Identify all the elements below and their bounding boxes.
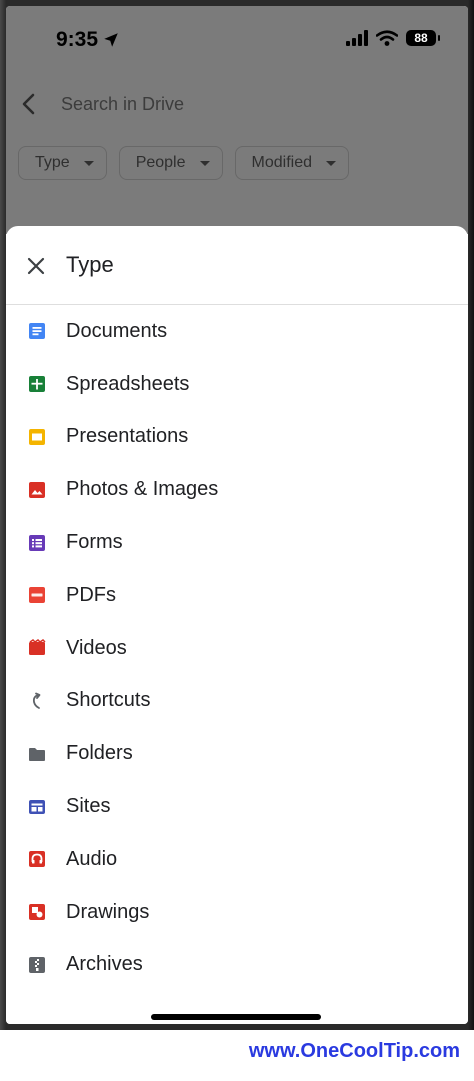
type-item-pdfs[interactable]: PDFs [6, 569, 468, 622]
filter-chip-type[interactable]: Type [18, 146, 107, 180]
chip-label: People [135, 154, 186, 171]
status-bar: 9:35 88 [6, 6, 468, 66]
time-text: 9:35 [56, 28, 99, 51]
pdf-icon [29, 587, 45, 604]
type-label: PDFs [66, 583, 116, 606]
type-item-documents[interactable]: Documents [6, 305, 468, 358]
type-item-videos[interactable]: Videos [6, 622, 468, 675]
watermark-text: www.OneCoolTip.com [248, 1040, 460, 1062]
type-label: Presentations [66, 425, 189, 448]
type-list: Documents Spreadsheets Presentations Pho… [6, 305, 468, 991]
home-indicator [151, 1014, 321, 1020]
type-label: Folders [66, 742, 133, 765]
filter-chip-people[interactable]: People [118, 146, 223, 180]
type-item-presentations[interactable]: Presentations [6, 411, 468, 464]
device-frame: 9:35 88 Search in Drive Type People Modi… [0, 0, 474, 1030]
status-time: 9:35 [56, 28, 120, 52]
search-bar[interactable]: Search in Drive [6, 84, 468, 124]
dropdown-caret-icon [83, 160, 94, 166]
shortcut-icon [32, 692, 41, 709]
dropdown-caret-icon [199, 160, 210, 166]
screen: 9:35 88 Search in Drive Type People Modi… [6, 6, 468, 1024]
battery-level: 88 [414, 31, 428, 45]
type-label: Documents [66, 319, 168, 342]
type-item-drawings[interactable]: Drawings [6, 886, 468, 939]
type-item-audio[interactable]: Audio [6, 833, 468, 886]
filter-chip-modified[interactable]: Modified [234, 146, 349, 180]
video-icon [29, 639, 46, 656]
sheet-title: Type [66, 252, 114, 277]
type-item-archives[interactable]: Archives [6, 939, 468, 992]
type-item-photos-images[interactable]: Photos & Images [6, 463, 468, 516]
type-label: Shortcuts [66, 689, 151, 712]
audio-icon [29, 851, 45, 868]
type-item-sites[interactable]: Sites [6, 780, 468, 833]
type-label: Photos & Images [66, 478, 219, 501]
close-icon[interactable] [26, 256, 46, 276]
sheets-icon [29, 376, 45, 393]
dimmed-background: 9:35 88 Search in Drive Type People Modi… [6, 6, 468, 234]
location-arrow-icon [104, 33, 118, 47]
slides-icon [29, 428, 45, 445]
forms-icon [29, 534, 45, 551]
sheet-header: Type [6, 226, 468, 305]
archive-icon [29, 956, 45, 973]
type-label: Spreadsheets [66, 372, 190, 395]
type-label: Audio [66, 847, 118, 870]
type-label: Sites [66, 795, 111, 818]
type-item-folders[interactable]: Folders [6, 727, 468, 780]
search-input[interactable]: Search in Drive [61, 94, 184, 115]
type-item-spreadsheets[interactable]: Spreadsheets [6, 358, 468, 411]
chip-label: Modified [251, 154, 312, 171]
sites-icon [29, 799, 45, 814]
status-icons: 88 [346, 30, 440, 46]
type-label: Forms [66, 531, 123, 554]
back-arrow-icon[interactable] [18, 92, 40, 116]
chip-label: Type [35, 154, 70, 171]
filter-chips: Type People Modified [18, 146, 349, 180]
type-label: Videos [66, 636, 127, 659]
battery-icon: 88 [406, 30, 440, 46]
type-label: Archives [66, 953, 143, 976]
drawings-icon [29, 904, 45, 921]
type-label: Drawings [66, 900, 150, 923]
dropdown-caret-icon [326, 160, 336, 166]
type-item-forms[interactable]: Forms [6, 516, 468, 569]
folder-icon [29, 747, 45, 761]
image-icon [29, 481, 45, 498]
wifi-icon [376, 30, 398, 46]
docs-icon [29, 323, 45, 340]
cellular-signal-icon [346, 30, 368, 46]
type-bottom-sheet: Type Documents Spreadsheets Presentation… [6, 226, 468, 1024]
type-item-shortcuts[interactable]: Shortcuts [6, 675, 468, 728]
